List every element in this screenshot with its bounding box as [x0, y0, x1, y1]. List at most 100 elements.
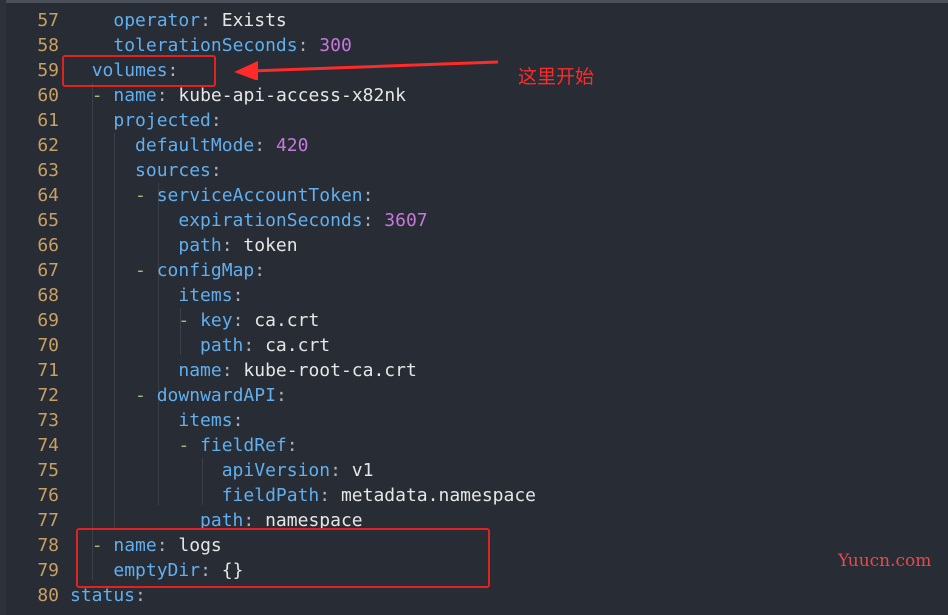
line-content[interactable]: - configMap: [70, 258, 265, 283]
highlight-box-logs-volume [76, 528, 490, 588]
list-dash: - [135, 260, 157, 281]
editor-top-border [0, 0, 948, 3]
line-content[interactable]: path: ca.crt [70, 333, 330, 358]
yaml-key: path [178, 235, 222, 256]
colon: : [210, 110, 222, 131]
code-line[interactable]: 64 - serviceAccountToken: [0, 183, 948, 208]
yaml-value: kube-root-ca.crt [243, 360, 417, 381]
yaml-value: 420 [275, 135, 309, 156]
yaml-key: configMap [156, 260, 255, 281]
colon: : [200, 10, 211, 31]
yaml-value: Exists [221, 10, 287, 31]
colon: : [275, 385, 287, 406]
yaml-key: defaultMode [135, 135, 255, 156]
yaml-value: 300 [319, 35, 352, 56]
list-dash: - [135, 385, 157, 406]
yaml-key: operator [113, 10, 201, 31]
colon: : [135, 585, 146, 606]
code-line[interactable]: 65 expirationSeconds: 3607 [0, 208, 948, 233]
list-dash: - [178, 310, 201, 331]
line-content[interactable]: path: token [70, 233, 297, 258]
code-line[interactable]: 61 projected: [0, 108, 948, 133]
code-line[interactable]: 73 items: [0, 408, 948, 433]
code-line[interactable]: 57 operator: Exists [0, 8, 948, 33]
arrow-annotation-icon [234, 60, 499, 80]
code-line[interactable]: 71 name: kube-root-ca.crt [0, 358, 948, 383]
line-content[interactable]: projected: [70, 108, 222, 133]
line-content[interactable]: expirationSeconds: 3607 [70, 208, 427, 233]
line-number: 59 [37, 60, 59, 81]
yaml-key: downwardAPI [156, 385, 276, 406]
code-line[interactable]: 68 items: [0, 283, 948, 308]
colon: : [362, 210, 374, 231]
colon: : [221, 360, 233, 381]
colon: : [297, 35, 309, 56]
line-content[interactable]: operator: Exists [70, 8, 287, 33]
line-number: 77 [37, 510, 59, 531]
line-content[interactable]: apiVersion: v1 [70, 458, 374, 483]
code-line[interactable]: 76 fieldPath: metadata.namespace [0, 483, 948, 508]
list-dash: - [135, 185, 157, 206]
yaml-key: expirationSeconds [178, 210, 363, 231]
line-number: 69 [37, 310, 59, 331]
line-content[interactable]: items: [70, 408, 243, 433]
line-content[interactable]: fieldPath: metadata.namespace [70, 483, 536, 508]
yaml-key: sources [135, 160, 211, 181]
yaml-value: kube-api-access-x82nk [178, 85, 406, 106]
line-number: 63 [37, 160, 59, 181]
line-number: 57 [37, 10, 59, 31]
yaml-key: name [178, 360, 222, 381]
line-content[interactable]: items: [70, 283, 243, 308]
line-number: 71 [37, 360, 59, 381]
line-number: 68 [37, 285, 59, 306]
colon: : [221, 235, 233, 256]
line-content[interactable]: - serviceAccountToken: [70, 183, 373, 208]
line-number: 60 [37, 85, 59, 106]
yaml-key: fieldRef [200, 435, 287, 456]
line-content[interactable]: sources: [70, 158, 222, 183]
code-line[interactable]: 69 - key: ca.crt [0, 308, 948, 333]
code-line[interactable]: 67 - configMap: [0, 258, 948, 283]
annotation-label: 这里开始 [518, 66, 595, 88]
line-content[interactable]: name: kube-root-ca.crt [70, 358, 417, 383]
line-content[interactable]: - downwardAPI: [70, 383, 287, 408]
yaml-key: apiVersion [221, 460, 331, 481]
yaml-key: fieldPath [221, 485, 320, 506]
line-number: 72 [37, 385, 59, 406]
line-content[interactable]: defaultMode: 420 [70, 133, 308, 158]
code-line[interactable]: 72 - downwardAPI: [0, 383, 948, 408]
yaml-key: items [178, 410, 233, 431]
code-editor[interactable]: 57 operator: Exists 58 tolerationSeconds:… [0, 0, 948, 615]
colon: : [210, 160, 222, 181]
line-number: 73 [37, 410, 59, 431]
list-dash: - [91, 85, 114, 106]
line-content[interactable]: - fieldRef: [70, 433, 297, 458]
code-line[interactable]: 66 path: token [0, 233, 948, 258]
watermark: Yuucn.com [838, 551, 932, 571]
colon: : [330, 460, 341, 481]
line-number: 78 [37, 535, 59, 556]
code-line[interactable]: 74 - fieldRef: [0, 433, 948, 458]
colon: : [254, 135, 266, 156]
line-number: 58 [37, 35, 59, 56]
code-line[interactable]: 62 defaultMode: 420 [0, 133, 948, 158]
colon: : [232, 285, 244, 306]
line-content[interactable]: - key: ca.crt [70, 308, 319, 333]
list-dash: - [178, 435, 201, 456]
yaml-key: items [178, 285, 233, 306]
line-number: 76 [37, 485, 59, 506]
yaml-value: v1 [351, 460, 374, 481]
yaml-key: key [200, 310, 233, 331]
code-line[interactable]: 75 apiVersion: v1 [0, 458, 948, 483]
colon: : [232, 410, 244, 431]
code-line[interactable]: 70 path: ca.crt [0, 333, 948, 358]
code-line[interactable]: 63 sources: [0, 158, 948, 183]
colon: : [232, 310, 244, 331]
